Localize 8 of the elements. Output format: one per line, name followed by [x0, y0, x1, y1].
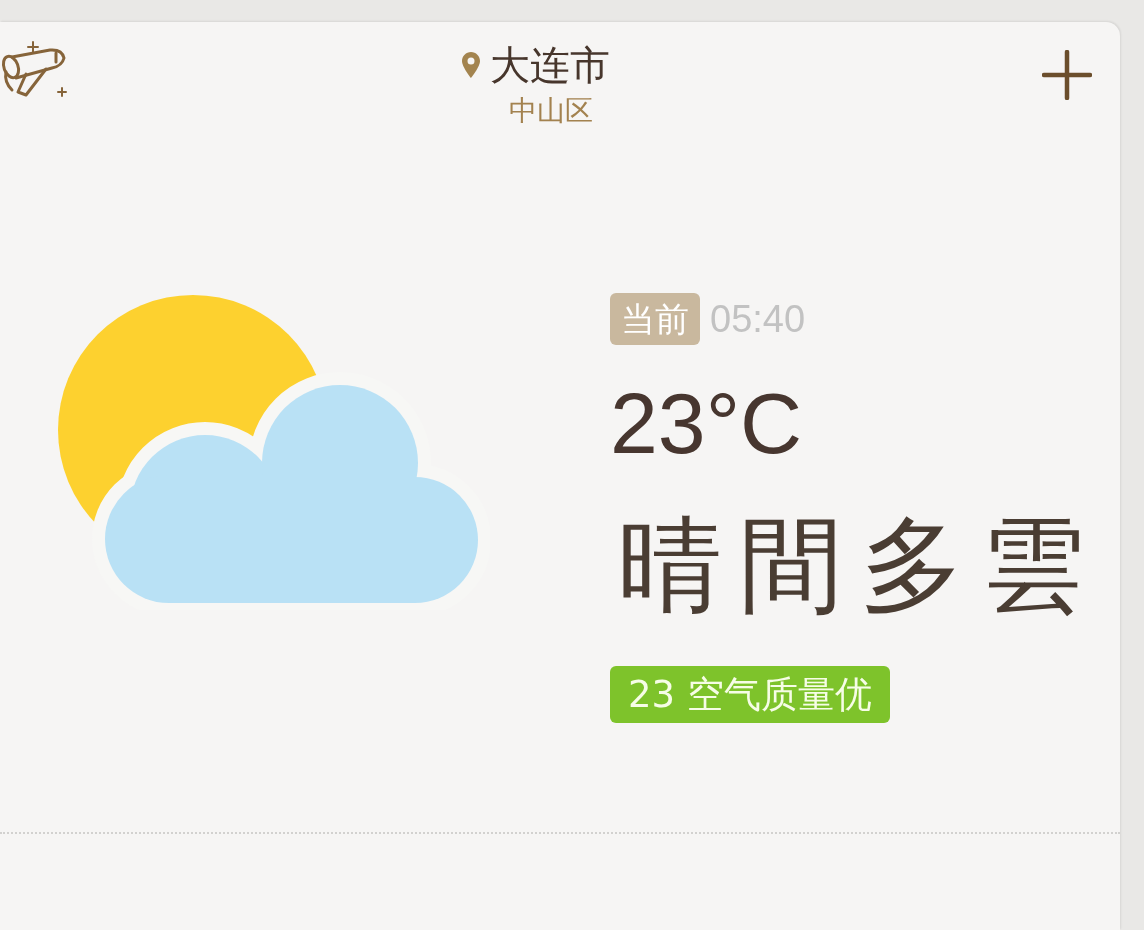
location-pin-icon	[462, 52, 480, 78]
city-name: 大连市	[490, 42, 610, 88]
current-label: 当前	[610, 293, 700, 345]
district-name: 中山区	[509, 94, 593, 128]
air-quality-label: 23 空气质量优	[610, 666, 890, 723]
add-icon[interactable]	[1042, 50, 1092, 100]
weather-condition: 晴間多雲	[618, 505, 1102, 625]
temperature: 23°C	[610, 374, 803, 473]
